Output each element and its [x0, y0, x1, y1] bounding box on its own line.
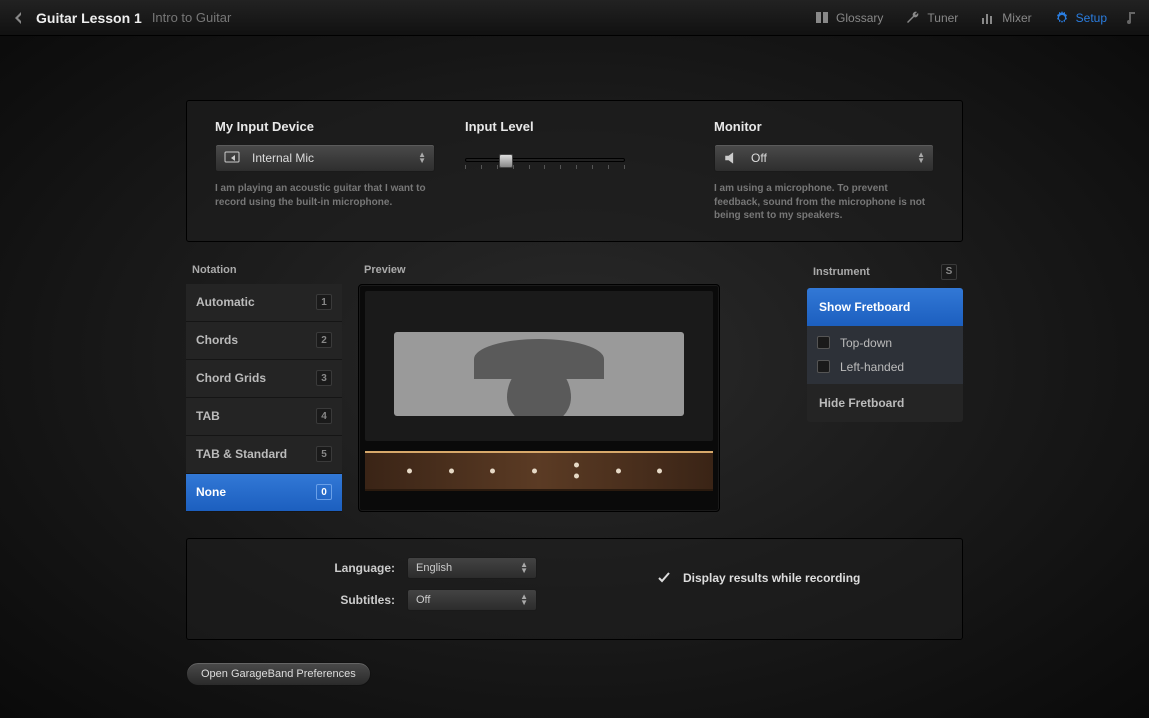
notation-item-automatic[interactable]: Automatic 1 [186, 284, 342, 322]
notation-title: Notation [192, 264, 237, 276]
io-panel: My Input Device Internal Mic ▲▼ I am pla… [186, 100, 963, 242]
topbar-tuner[interactable]: Tuner [905, 10, 958, 26]
shortcut-badge: 3 [316, 370, 332, 386]
preview-video [365, 291, 713, 441]
topbar: Guitar Lesson 1 Intro to Guitar Glossary… [0, 0, 1149, 36]
gear-icon [1054, 10, 1070, 26]
instrument-header: Instrument S [807, 260, 963, 288]
monitor-help: I am using a microphone. To prevent feed… [714, 182, 934, 223]
notation-item-label: Chords [196, 333, 238, 347]
open-preferences-label: Open GarageBand Preferences [201, 668, 356, 680]
instrument-title: Instrument [813, 266, 870, 278]
topbar-glossary[interactable]: Glossary [814, 10, 883, 26]
input-level-title: Input Level [465, 119, 684, 134]
sliders-icon [980, 10, 996, 26]
checkmark-icon[interactable] [657, 571, 671, 585]
show-fretboard-button[interactable]: Show Fretboard [807, 288, 963, 326]
back-arrow-icon[interactable] [10, 10, 26, 26]
display-results-checkbox-row[interactable]: Display results while recording [657, 571, 860, 585]
monitor-select[interactable]: Off ▲▼ [714, 144, 934, 172]
speaker-icon [723, 151, 741, 165]
shortcut-badge: 0 [316, 484, 332, 500]
updown-icon: ▲▼ [520, 594, 528, 606]
checkbox-icon[interactable] [817, 336, 830, 349]
input-device-value: Internal Mic [252, 151, 314, 165]
lesson-subtitle: Intro to Guitar [152, 10, 231, 25]
monitor-title: Monitor [714, 119, 934, 134]
updown-icon: ▲▼ [520, 562, 528, 574]
notation-item-label: TAB [196, 409, 220, 423]
monitor-value: Off [751, 151, 767, 165]
topdown-label: Top-down [840, 336, 892, 350]
shortcut-badge: 2 [316, 332, 332, 348]
preview-title: Preview [364, 264, 406, 276]
subtitles-select[interactable]: Off ▲▼ [407, 589, 537, 611]
topbar-music[interactable] [1123, 10, 1139, 26]
notation-item-chords[interactable]: Chords 2 [186, 322, 342, 360]
fretboard-preview [365, 451, 713, 491]
book-icon [814, 10, 830, 26]
subtitles-label: Subtitles: [215, 593, 395, 607]
topbar-mixer[interactable]: Mixer [980, 10, 1031, 26]
topbar-setup-label: Setup [1076, 11, 1107, 25]
topbar-mixer-label: Mixer [1002, 11, 1031, 25]
notation-item-tab-standard[interactable]: TAB & Standard 5 [186, 436, 342, 474]
topdown-checkbox-row[interactable]: Top-down [817, 332, 953, 354]
preview-box [358, 284, 720, 512]
notation-list: Automatic 1 Chords 2 Chord Grids 3 TAB 4… [186, 284, 342, 512]
preview-header: Preview [358, 260, 720, 284]
lefthanded-checkbox-row[interactable]: Left-handed [817, 356, 953, 378]
person-silhouette-icon [394, 332, 684, 416]
notation-item-chord-grids[interactable]: Chord Grids 3 [186, 360, 342, 398]
display-results-label: Display results while recording [683, 571, 860, 585]
language-label: Language: [215, 561, 395, 575]
slider-ticks [465, 165, 625, 169]
topbar-setup[interactable]: Setup [1054, 10, 1107, 26]
note-icon [1123, 10, 1139, 26]
open-preferences-button[interactable]: Open GarageBand Preferences [186, 662, 371, 686]
input-device-help: I am playing an acoustic guitar that I w… [215, 182, 435, 209]
hide-fretboard-label: Hide Fretboard [819, 396, 904, 410]
hide-fretboard-button[interactable]: Hide Fretboard [807, 384, 963, 422]
notation-header: Notation [186, 260, 342, 284]
input-device-title: My Input Device [215, 119, 435, 134]
shortcut-badge: 4 [316, 408, 332, 424]
notation-item-tab[interactable]: TAB 4 [186, 398, 342, 436]
topbar-glossary-label: Glossary [836, 11, 883, 25]
slider-knob[interactable] [499, 154, 513, 168]
shortcut-badge: 1 [316, 294, 332, 310]
input-device-select[interactable]: Internal Mic ▲▼ [215, 144, 435, 172]
show-fretboard-label: Show Fretboard [819, 300, 910, 314]
checkbox-icon[interactable] [817, 360, 830, 373]
notation-item-label: Chord Grids [196, 371, 266, 385]
settings-panel: Language: English ▲▼ Subtitles: Off ▲▼ [186, 538, 963, 640]
notation-item-label: TAB & Standard [196, 447, 287, 461]
subtitles-value: Off [416, 594, 430, 606]
topbar-tuner-label: Tuner [927, 11, 958, 25]
input-level-slider[interactable] [465, 158, 625, 162]
language-value: English [416, 562, 452, 574]
updown-icon: ▲▼ [418, 152, 426, 164]
lefthanded-label: Left-handed [840, 360, 904, 374]
lesson-title: Guitar Lesson 1 [36, 10, 142, 26]
shortcut-badge: 5 [316, 446, 332, 462]
shortcut-badge: S [941, 264, 957, 280]
notation-item-label: None [196, 485, 226, 499]
notation-item-label: Automatic [196, 295, 255, 309]
monitor-mic-icon [224, 151, 242, 165]
wrench-icon [905, 10, 921, 26]
language-select[interactable]: English ▲▼ [407, 557, 537, 579]
notation-item-none[interactable]: None 0 [186, 474, 342, 512]
updown-icon: ▲▼ [917, 152, 925, 164]
